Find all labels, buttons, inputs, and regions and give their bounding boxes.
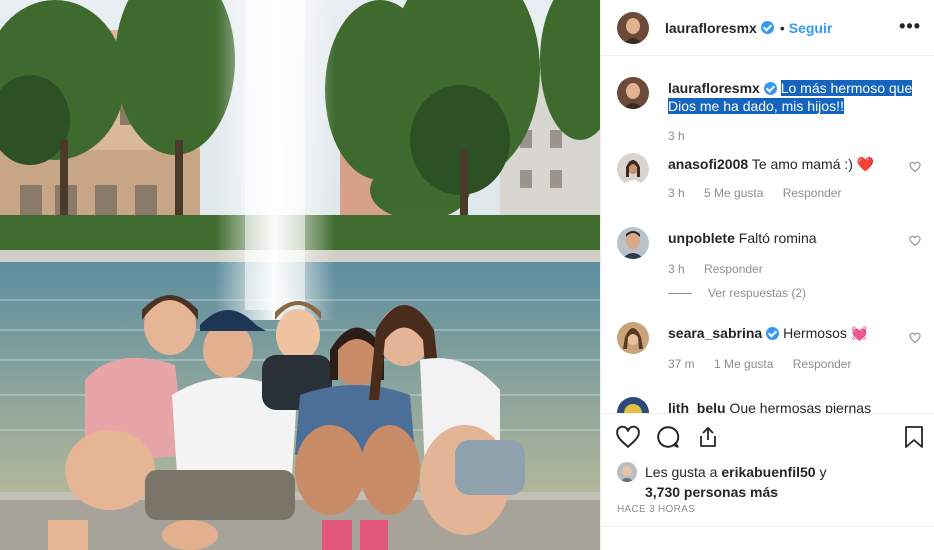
family-fountain-photo xyxy=(0,0,600,550)
reply-button[interactable]: Responder xyxy=(783,186,842,200)
separator-dot: • xyxy=(779,19,785,36)
verified-badge-icon xyxy=(766,327,780,340)
comment-text-block: unpoblete Faltó romina xyxy=(668,229,918,247)
commenter-avatar[interactable] xyxy=(617,322,649,354)
comment-likes[interactable]: 5 Me gusta xyxy=(704,186,763,200)
commenter-avatar[interactable] xyxy=(617,227,649,259)
like-comment-heart-icon[interactable] xyxy=(909,332,921,344)
comment-username[interactable]: seara_sabrina xyxy=(668,325,762,341)
author-username[interactable]: lauraflores​mx xyxy=(665,20,757,36)
like-comment-heart-icon[interactable] xyxy=(909,235,921,247)
follow-button[interactable]: Seguir xyxy=(789,20,833,36)
liker-avatar[interactable] xyxy=(617,462,637,482)
comment-username[interactable]: unpoblete xyxy=(668,230,735,246)
comment-item: lith_belu Que hermosas piernas xyxy=(617,397,927,413)
likes-summary: Les gusta a erikabuenfil50 y 3,730 perso… xyxy=(617,462,827,502)
comment-meta: 37 m 1 Me gusta Responder xyxy=(668,357,867,371)
caption-text-block: lauraflores​mx Lo más hermoso que Dios m… xyxy=(668,79,918,115)
comment-text: Faltó romina xyxy=(738,230,817,246)
comment-item: seara_sabrina Hermosos 💓 37 m 1 Me gusta… xyxy=(617,322,927,382)
share-icon[interactable] xyxy=(696,424,720,455)
instagram-post: lauraflores​mx • Seguir ••• lauraflores​… xyxy=(0,0,934,550)
comment-text-block: anasofi2008 Te amo mamá :) ❤️ xyxy=(668,155,918,173)
author-avatar[interactable] xyxy=(617,77,649,109)
comment-text-block: lith_belu Que hermosas piernas xyxy=(668,399,918,413)
likes-count[interactable]: 3,730 personas más xyxy=(645,484,778,500)
action-icons xyxy=(615,424,925,454)
reply-button[interactable]: Responder xyxy=(704,262,763,276)
like-heart-icon[interactable] xyxy=(615,424,641,455)
comment-username[interactable]: anasofi2008 xyxy=(668,156,748,172)
verified-badge-icon xyxy=(763,82,777,95)
comments-list[interactable]: lauraflores​mx Lo más hermoso que Dios m… xyxy=(601,57,934,413)
comment-item: unpoblete Faltó romina 3 h Responder Ver… xyxy=(617,227,927,307)
like-comment-heart-icon[interactable] xyxy=(909,161,921,173)
post-timestamp[interactable]: HACE 3 HORAS xyxy=(617,504,695,515)
post-actions: Les gusta a erikabuenfil50 y 3,730 perso… xyxy=(601,413,934,550)
author-avatar[interactable] xyxy=(617,11,649,44)
comment-time[interactable]: 3 h xyxy=(668,186,685,200)
comment-text: Hermosos 💓 xyxy=(783,325,869,341)
comment-item: anasofi2008 Te amo mamá :) ❤️ 3 h 5 Me g… xyxy=(617,153,927,213)
caption-username[interactable]: lauraflores​mx xyxy=(668,80,760,96)
bookmark-icon[interactable] xyxy=(903,424,925,455)
reply-button[interactable]: Responder xyxy=(793,357,852,371)
post-photo[interactable] xyxy=(0,0,600,550)
view-replies-button[interactable]: Ver respuestas (2) xyxy=(708,286,806,300)
comment-username[interactable]: lith_belu xyxy=(668,400,726,413)
commenter-avatar[interactable] xyxy=(617,397,649,413)
header-info: lauraflores​mx • Seguir xyxy=(665,20,832,36)
comment-bubble-icon[interactable] xyxy=(655,424,681,455)
likes-suffix: y xyxy=(819,464,827,480)
view-replies-row: Ver respuestas (2) xyxy=(668,286,822,300)
verified-badge-icon xyxy=(760,21,774,34)
comment-meta: 3 h 5 Me gusta Responder xyxy=(668,186,857,200)
likes-user[interactable]: erikabuenfil50 xyxy=(721,462,815,482)
comment-text-block: seara_sabrina Hermosos 💓 xyxy=(668,324,918,342)
comment-time[interactable]: 3 h xyxy=(668,262,685,276)
replies-line xyxy=(668,292,692,294)
more-options-icon[interactable]: ••• xyxy=(899,16,921,37)
commenter-avatar[interactable] xyxy=(617,153,649,185)
post-header: lauraflores​mx • Seguir ••• xyxy=(601,0,934,56)
comment-likes[interactable]: 1 Me gusta xyxy=(714,357,773,371)
divider xyxy=(601,526,934,527)
comment-text: Te amo mamá :) ❤️ xyxy=(751,156,875,172)
comment-text: Que hermosas piernas xyxy=(729,400,872,413)
post-side-panel: lauraflores​mx • Seguir ••• lauraflores​… xyxy=(600,0,934,550)
caption-item: lauraflores​mx Lo más hermoso que Dios m… xyxy=(617,77,927,147)
likes-prefix: Les gusta a xyxy=(645,464,718,480)
comment-time[interactable]: 37 m xyxy=(668,357,695,371)
caption-meta: 3 h xyxy=(668,129,701,143)
caption-time[interactable]: 3 h xyxy=(668,129,685,143)
comment-meta: 3 h Responder xyxy=(668,262,779,276)
